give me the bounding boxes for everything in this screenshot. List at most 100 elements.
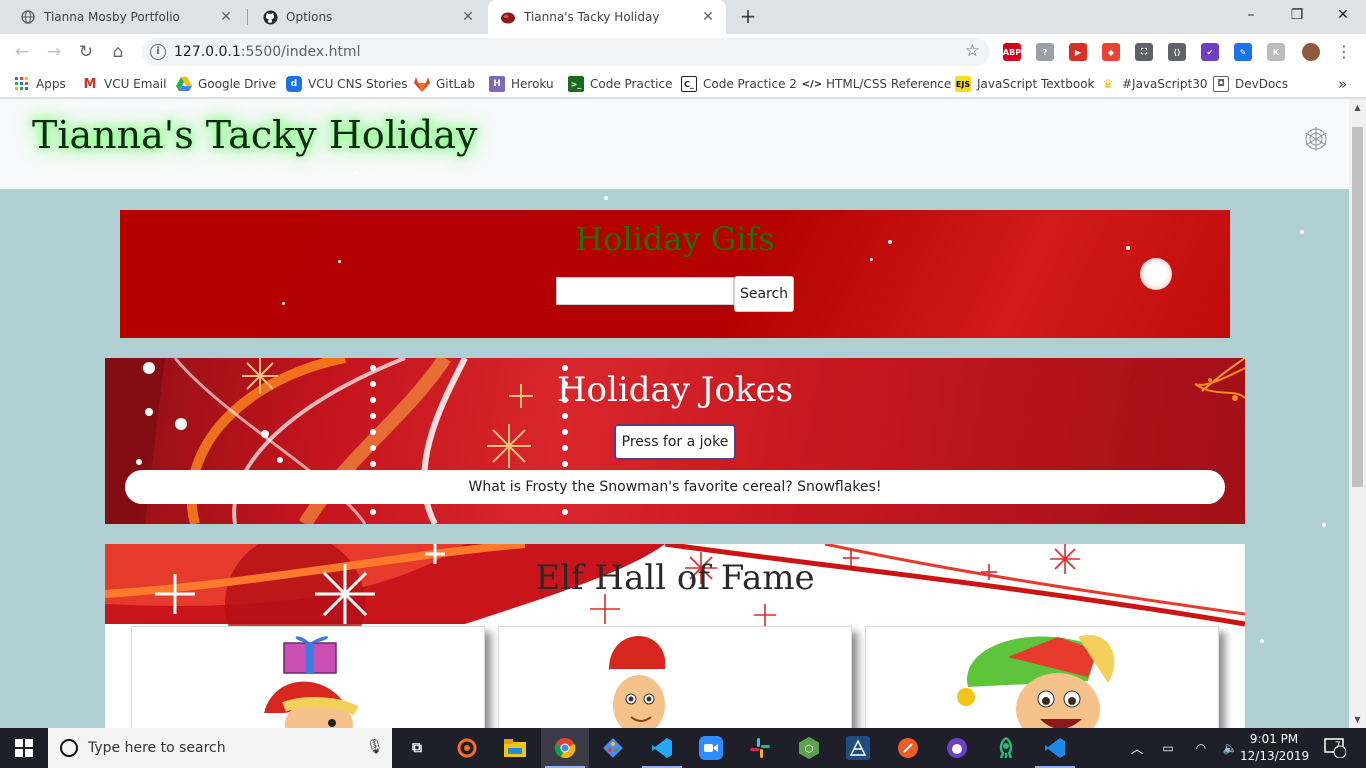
bookmark-heroku[interactable]: H Heroku	[489, 75, 554, 93]
joke-button[interactable]: Press for a joke	[614, 424, 736, 460]
scroll-down-arrow-icon[interactable]: ▼	[1349, 715, 1366, 724]
wireframe-icon[interactable]	[846, 736, 870, 760]
clock-time: 9:01 PM	[1249, 732, 1299, 746]
windows-start-icon[interactable]	[0, 728, 48, 768]
snowflake-gear-icon[interactable]	[1302, 125, 1330, 153]
snowflake-dot	[282, 302, 285, 305]
profile-avatar[interactable]	[1302, 43, 1320, 61]
bookmark-html-css-reference[interactable]: </> HTML/CSS Reference	[802, 75, 952, 93]
sourcetree-icon[interactable]	[601, 736, 625, 760]
elf-card-3[interactable]	[865, 626, 1219, 728]
tab-options[interactable]: Options ✕	[250, 0, 486, 34]
globe-icon	[20, 9, 36, 25]
site-title[interactable]: Tianna's Tacky Holiday	[32, 113, 477, 157]
tab-close-button[interactable]: ✕	[700, 9, 716, 25]
bookmark-devdocs[interactable]: ◘ DevDocs	[1213, 75, 1288, 93]
bookmark-vcu-cns-stories[interactable]: d VCU CNS Stories	[286, 75, 408, 93]
bookmark-google-drive[interactable]: Google Drive	[176, 75, 276, 93]
snowflake-dot	[1300, 230, 1304, 234]
vscode-insiders-icon[interactable]	[1043, 736, 1067, 760]
minimize-button[interactable]: –	[1228, 0, 1274, 30]
glowing-moon	[1140, 258, 1172, 290]
postman-icon[interactable]	[896, 736, 920, 760]
help-icon[interactable]: ?	[1036, 43, 1054, 61]
wifi-icon[interactable]: ◠	[1190, 728, 1212, 768]
tab-close-button[interactable]: ✕	[218, 9, 234, 25]
task-view-icon[interactable]: ⧉	[405, 736, 429, 760]
bookmark-label: VCU Email	[104, 77, 167, 91]
eyedropper-extension-icon[interactable]: ✎	[1234, 43, 1252, 61]
zoom-icon[interactable]	[699, 736, 723, 760]
back-button[interactable]: ←	[10, 40, 34, 64]
cast-extension-icon[interactable]: ◆	[1102, 43, 1120, 61]
bookmark-javascript-textbook[interactable]: EJS JavaScript Textbook	[955, 75, 1095, 93]
github-desktop-icon[interactable]	[945, 736, 969, 760]
tab-tacky-holiday[interactable]: Tianna's Tacky Holiday ✕	[488, 0, 726, 34]
k-extension-icon[interactable]: K	[1267, 43, 1285, 61]
windows-taskbar: Type here to search 🎙 ⧉ ⬡ ︿ ▭ ◠ 🔈 9:01 P…	[0, 728, 1366, 768]
gif-search-input[interactable]	[556, 277, 734, 305]
bookmark-label: Google Drive	[198, 77, 277, 91]
taskbar-search-box[interactable]: Type here to search 🎙	[48, 728, 392, 768]
file-explorer-icon[interactable]	[503, 736, 527, 760]
tab-portfolio[interactable]: Tianna Mosby Portfolio ✕	[8, 0, 244, 34]
tab-close-button[interactable]: ✕	[460, 9, 476, 25]
tray-overflow-chevron-icon[interactable]: ︿	[1127, 728, 1147, 768]
gitlab-icon	[414, 76, 430, 92]
bookmark-apps[interactable]: Apps	[14, 75, 66, 93]
elf-in-green-hat-icon	[957, 635, 1115, 728]
tab-title: Tianna's Tacky Holiday	[524, 10, 660, 24]
page-scrollbar[interactable]: ▲ ▼	[1349, 99, 1366, 728]
heroku-icon: H	[489, 76, 505, 92]
bookmarks-overflow-button[interactable]: »	[1338, 75, 1347, 93]
volume-icon[interactable]: 🔈	[1219, 728, 1241, 768]
site-info-icon[interactable]: i	[150, 44, 166, 60]
vscode-icon[interactable]	[650, 736, 674, 760]
screenshot-extension-icon[interactable]: ⛶	[1135, 43, 1153, 61]
snowflake-dot	[354, 171, 358, 175]
bookmark-label: HTML/CSS Reference	[826, 77, 952, 91]
check-extension-icon[interactable]: ✔	[1201, 43, 1219, 61]
gif-search-button[interactable]: Search	[734, 276, 794, 312]
bookmark-code-practice[interactable]: >_ Code Practice	[568, 75, 672, 93]
holiday-gifs-section: Holiday Gifs Search	[120, 210, 1230, 338]
scrollbar-thumb[interactable]	[1352, 127, 1363, 487]
bookmarks-bar: Apps M VCU Email Google Drive d VCU CNS …	[0, 70, 1366, 98]
close-window-button[interactable]: ✕	[1320, 0, 1366, 30]
notification-center-icon[interactable]: 7	[1318, 728, 1352, 768]
forward-button[interactable]: →	[42, 40, 66, 64]
tab-divider	[247, 9, 248, 25]
reload-button[interactable]: ↻	[74, 40, 98, 64]
holiday-gifs-heading: Holiday Gifs	[575, 220, 775, 258]
home-button[interactable]: ⌂	[106, 40, 130, 64]
adblock-plus-icon[interactable]: ABP	[1003, 43, 1021, 61]
scroll-up-arrow-icon[interactable]: ▲	[1349, 103, 1366, 112]
bookmark-label: DevDocs	[1235, 77, 1289, 91]
slack-icon[interactable]	[748, 736, 772, 760]
bookmark-javascript30[interactable]: ♛ #JavaScript30	[1100, 75, 1208, 93]
elf-card-1[interactable]	[131, 626, 485, 728]
chrome-menu-icon[interactable]: ⋮	[1332, 40, 1356, 64]
microphone-icon[interactable]: 🎙	[366, 739, 384, 755]
chrome-icon[interactable]	[553, 736, 577, 760]
taskbar-clock[interactable]: 9:01 PM 12/13/2019	[1240, 731, 1309, 765]
media-extension-icon[interactable]: ▶	[1069, 43, 1087, 61]
bookmark-gitlab[interactable]: GitLab	[414, 75, 475, 93]
holiday-jokes-heading: Holiday Jokes	[556, 370, 794, 410]
url-text: 127.0.0.1:5500/index.html	[174, 44, 361, 60]
gitkraken-icon[interactable]	[994, 736, 1018, 760]
new-tab-button[interactable]: +	[736, 5, 760, 29]
taskbar-search-placeholder: Type here to search	[88, 740, 226, 756]
d-logo-icon: d	[286, 76, 302, 92]
bookmark-vcu-email[interactable]: M VCU Email	[82, 75, 167, 93]
battery-icon[interactable]: ▭	[1157, 728, 1179, 768]
origin-icon[interactable]	[455, 736, 479, 760]
restore-button[interactable]: ❐	[1274, 0, 1320, 30]
bookmark-code-practice-2[interactable]: C_ Code Practice 2	[681, 75, 797, 93]
node-icon[interactable]: ⬡	[797, 736, 821, 760]
address-bar[interactable]: i 127.0.0.1:5500/index.html ☆	[142, 38, 990, 66]
code-extension-icon[interactable]: ⟨⟩	[1168, 43, 1186, 61]
joke-text: What is Frosty the Snowman's favorite ce…	[125, 470, 1225, 504]
elf-card-2[interactable]	[498, 626, 852, 728]
bookmark-star-icon[interactable]: ☆	[965, 41, 980, 61]
